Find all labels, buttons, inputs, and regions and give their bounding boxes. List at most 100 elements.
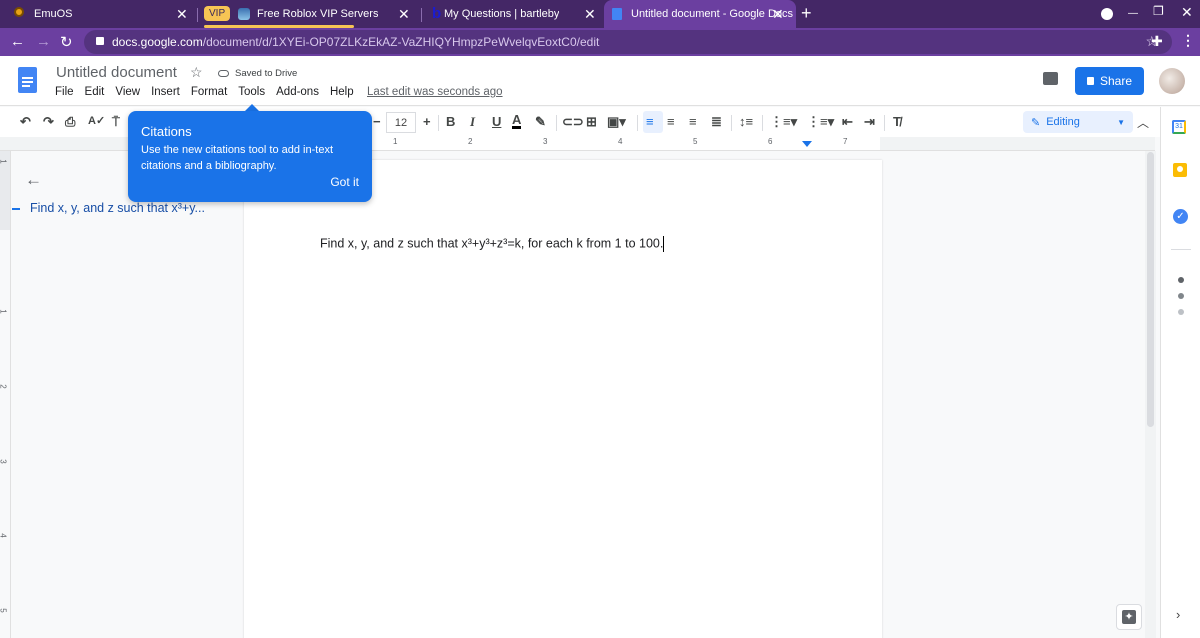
menu-help[interactable]: Help: [330, 86, 354, 98]
menu-insert[interactable]: Insert: [151, 86, 180, 98]
explore-button[interactable]: ✦: [1116, 604, 1142, 630]
lock-icon: [1086, 77, 1094, 85]
profile-menu-icon[interactable]: [1101, 8, 1113, 20]
line-spacing-icon[interactable]: ↕≡: [739, 114, 753, 129]
close-outline-icon[interactable]: ←: [25, 170, 42, 190]
toolbar-separator: [556, 115, 557, 131]
tab-emuos[interactable]: EmuOS ✕: [0, 0, 196, 28]
align-left-button[interactable]: ≡: [643, 111, 663, 133]
google-docs-icon: [612, 8, 622, 20]
calendar-icon[interactable]: 31: [1172, 120, 1186, 134]
last-edit-link[interactable]: Last edit was seconds ago: [367, 86, 503, 98]
back-button[interactable]: ←: [10, 33, 25, 50]
comment-history-icon[interactable]: [1043, 72, 1058, 85]
ruler-number: 5: [693, 137, 698, 146]
tab-bartleby[interactable]: b My Questions | bartleby ✕: [424, 0, 602, 28]
decrease-indent-icon[interactable]: ⇤: [842, 114, 853, 130]
add-comment-icon[interactable]: ⊞: [586, 114, 597, 130]
close-tab-icon[interactable]: ✕: [584, 6, 596, 23]
increase-font-size-button[interactable]: +: [423, 114, 431, 129]
ruler-number: 2: [0, 384, 8, 388]
address-bar[interactable]: docs.google.com/document/d/1XYEi-OP07ZLK…: [84, 30, 1172, 54]
url-host: docs.google.com: [112, 35, 203, 49]
document-title[interactable]: Untitled document: [56, 64, 177, 81]
vertical-ruler[interactable]: 1 1 2 3 4 5: [0, 151, 11, 638]
menu-view[interactable]: View: [115, 86, 140, 98]
outline-active-marker: [12, 208, 20, 210]
align-right-icon[interactable]: ≡: [689, 114, 697, 129]
increase-indent-icon[interactable]: ⇥: [864, 114, 875, 130]
insert-link-icon[interactable]: ⊂⊃: [562, 114, 584, 130]
ruler-number: 1: [0, 309, 8, 313]
print-icon[interactable]: ⎙: [65, 114, 75, 130]
close-tab-icon[interactable]: ✕: [772, 6, 784, 23]
justify-icon[interactable]: ≣: [711, 114, 722, 130]
close-tab-icon[interactable]: ✕: [398, 6, 410, 23]
paint-format-icon[interactable]: ⍑: [112, 114, 120, 130]
text-color-button[interactable]: A: [512, 113, 522, 129]
redo-icon[interactable]: ↷: [43, 114, 54, 130]
text-cursor: [663, 236, 665, 252]
menu-addons[interactable]: Add-ons: [276, 86, 319, 98]
save-status-text: Saved to Drive: [235, 68, 298, 79]
document-page[interactable]: Find x, y, and z such that x³+y³+z³=k, f…: [244, 160, 882, 638]
browser-menu-icon[interactable]: ⋮: [1181, 32, 1195, 49]
menu-tools[interactable]: Tools: [238, 86, 265, 98]
pencil-icon: ✎: [1031, 116, 1041, 129]
decrease-font-size-button[interactable]: −: [373, 114, 381, 129]
expand-panel-icon[interactable]: ›: [1176, 607, 1180, 622]
scrollbar-thumb[interactable]: [1147, 152, 1154, 427]
menu-file[interactable]: File: [55, 86, 74, 98]
document-body-text[interactable]: Find x, y, and z such that x³+y³+z³=k, f…: [320, 236, 665, 252]
ruler-number: 1: [0, 159, 8, 163]
ruler-number: 6: [768, 137, 773, 146]
bold-button[interactable]: B: [446, 114, 455, 129]
reload-button[interactable]: ↻: [60, 33, 73, 51]
align-center-icon[interactable]: ≡: [667, 114, 675, 129]
account-avatar[interactable]: [1159, 68, 1185, 94]
close-window-button[interactable]: ✕: [1181, 4, 1193, 21]
keep-icon[interactable]: [1173, 163, 1187, 177]
roblox-icon: [238, 8, 250, 20]
extensions-icon[interactable]: ✚: [1151, 33, 1163, 50]
close-tab-icon[interactable]: ✕: [176, 6, 188, 23]
undo-icon[interactable]: ↶: [20, 114, 31, 130]
tab-roblox[interactable]: VIP Free Roblox VIP Servers ✕: [202, 0, 420, 28]
forward-button[interactable]: →: [36, 33, 51, 50]
italic-button[interactable]: I: [470, 114, 475, 130]
star-icon[interactable]: ☆: [190, 64, 203, 81]
bulleted-list-icon[interactable]: ⋮≡▾: [807, 114, 834, 130]
body-paragraph: Find x, y, and z such that x³+y³+z³=k, f…: [320, 236, 664, 251]
minimize-button[interactable]: —: [1128, 8, 1138, 19]
spellcheck-icon[interactable]: A✓: [88, 114, 105, 127]
restore-button[interactable]: ❐: [1153, 4, 1164, 18]
share-button[interactable]: Share: [1075, 67, 1144, 95]
insert-image-icon[interactable]: ▣▾: [607, 114, 626, 130]
clear-formatting-icon[interactable]: T̸: [893, 114, 901, 129]
highlight-color-icon[interactable]: ✎: [535, 114, 546, 130]
menu-format[interactable]: Format: [191, 86, 227, 98]
right-indent-marker[interactable]: [802, 141, 812, 147]
got-it-button[interactable]: Got it: [330, 175, 359, 189]
vip-badge: VIP: [204, 6, 231, 21]
ruler-number: 3: [543, 137, 548, 146]
tasks-icon[interactable]: ✓: [1173, 209, 1188, 224]
browser-toolbar: ← → ↻ docs.google.com/document/d/1XYEi-O…: [0, 28, 1200, 56]
editing-mode-dropdown[interactable]: ✎ Editing ▼: [1023, 111, 1133, 133]
docs-logo-icon[interactable]: [18, 67, 37, 93]
tooltip-title: Citations: [141, 124, 192, 139]
new-tab-button[interactable]: +: [801, 3, 812, 24]
outline-item[interactable]: Find x, y, and z such that x³+y...: [30, 201, 205, 215]
menu-edit[interactable]: Edit: [85, 86, 105, 98]
share-label: Share: [1099, 74, 1133, 88]
numbered-list-icon[interactable]: ⋮≡▾: [770, 114, 797, 130]
collapse-menus-icon[interactable]: ︿: [1137, 114, 1149, 131]
toolbar-separator: [438, 115, 439, 131]
save-status[interactable]: Saved to Drive: [218, 68, 297, 79]
tab-title: Free Roblox VIP Servers: [257, 8, 379, 20]
cloud-done-icon: [218, 70, 229, 77]
font-size-input[interactable]: 12: [386, 112, 416, 133]
tab-google-docs[interactable]: Untitled document - Google Docs ✕: [604, 0, 796, 28]
ruler-number: 5: [0, 608, 8, 612]
underline-button[interactable]: U: [492, 114, 501, 129]
